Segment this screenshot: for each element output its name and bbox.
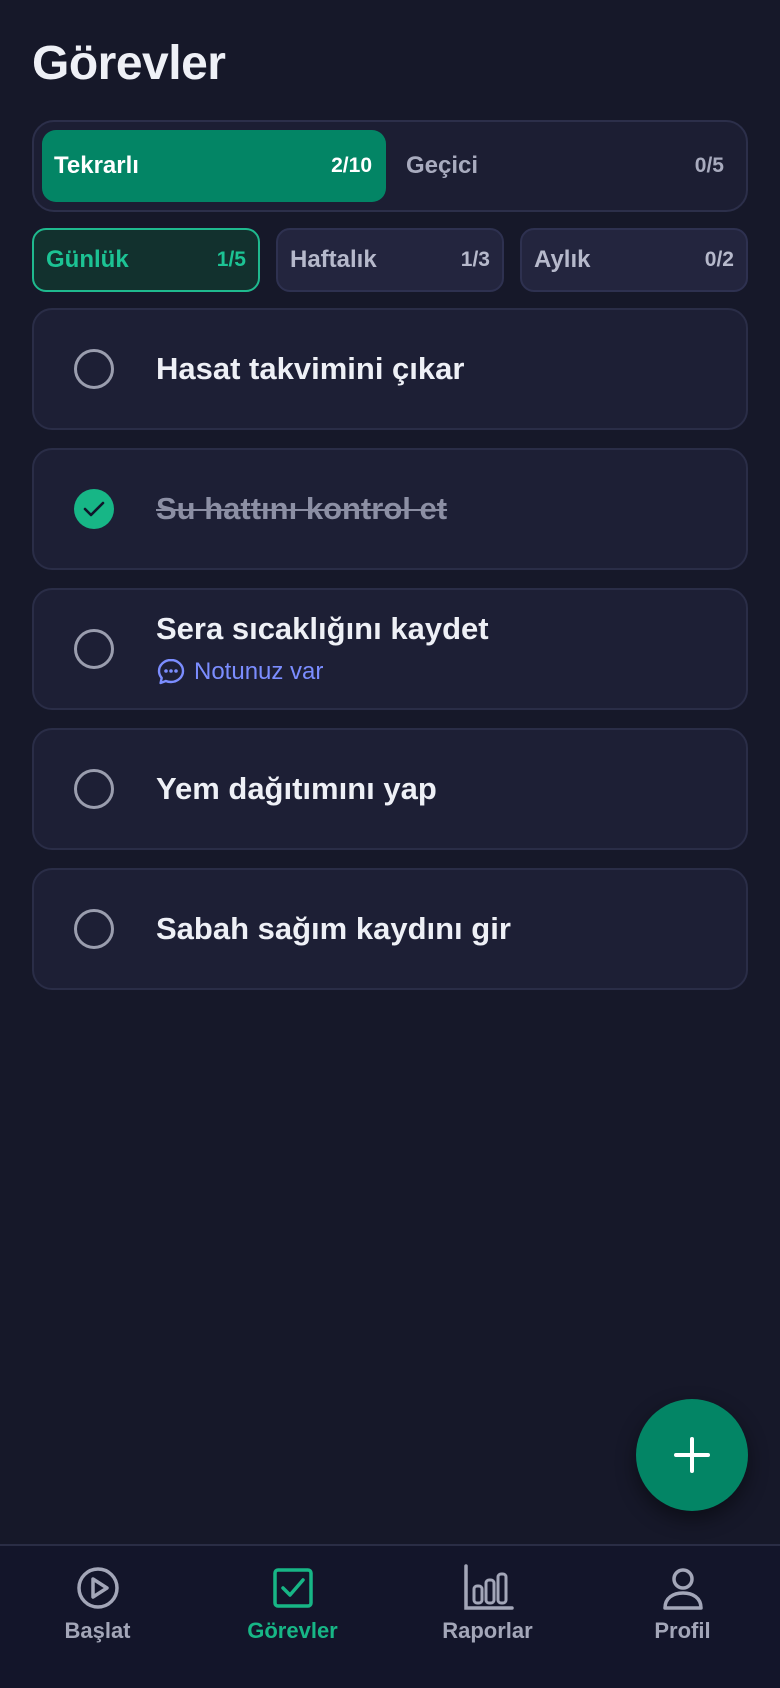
task-note-label: Notunuz var — [194, 658, 324, 685]
task-title: Su hattını kontrol et — [156, 491, 448, 526]
period-chip-aylik[interactable]: Aylık 0/2 — [520, 228, 748, 292]
nav-item-label: Görevler — [247, 1618, 338, 1643]
bar-chart-icon — [463, 1564, 514, 1610]
bottom-navigation: Başlat Görevler Raporlar Profil — [0, 1544, 780, 1688]
task-text: Sabah sağım kaydını gir — [156, 911, 726, 947]
nav-item-gorevler[interactable]: Görevler — [195, 1546, 390, 1688]
task-title: Hasat takvimini çıkar — [156, 351, 465, 386]
period-chip-label: Aylık — [534, 246, 591, 273]
task-card[interactable]: Hasat takvimini çıkar — [32, 308, 748, 430]
nav-item-label: Başlat — [64, 1618, 131, 1643]
checkbox-icon — [272, 1568, 313, 1608]
checkmark-icon — [83, 501, 105, 517]
nav-item-label: Profil — [654, 1618, 711, 1643]
period-chip-gunluk[interactable]: Günlük 1/5 — [32, 228, 260, 292]
user-icon — [662, 1568, 703, 1610]
task-note-link[interactable]: Notunuz var — [156, 657, 726, 687]
segment-tab-count: 0/5 — [694, 154, 724, 177]
period-chip-count: 1/5 — [216, 248, 246, 271]
period-chip-label: Haftalık — [290, 246, 377, 273]
task-text: Yem dağıtımını yap — [156, 771, 726, 807]
page-title: Görevler — [32, 37, 226, 90]
period-filter: Günlük 1/5 Haftalık 1/3 Aylık 0/2 — [32, 228, 748, 292]
segment-tab-gecici[interactable]: Geçici 0/5 — [394, 130, 738, 202]
period-chip-haftalik[interactable]: Haftalık 1/3 — [276, 228, 504, 292]
task-title: Yem dağıtımını yap — [156, 771, 437, 806]
task-text: Su hattını kontrol et — [156, 491, 726, 527]
task-card[interactable]: Sabah sağım kaydını gir — [32, 868, 748, 990]
task-text: Hasat takvimini çıkar — [156, 351, 726, 387]
period-chip-label: Günlük — [46, 246, 129, 273]
plus-icon — [674, 1437, 710, 1473]
chat-bubble-icon — [157, 658, 185, 685]
task-title: Sabah sağım kaydını gir — [156, 911, 511, 946]
segment-tab-count: 2/10 — [331, 154, 372, 177]
play-circle-icon — [76, 1567, 119, 1609]
task-title: Sera sıcaklığını kaydet — [156, 611, 489, 646]
task-card[interactable]: Yem dağıtımını yap — [32, 728, 748, 850]
task-checkbox[interactable] — [74, 769, 114, 809]
add-task-button[interactable] — [636, 1399, 748, 1511]
nav-item-baslat[interactable]: Başlat — [0, 1546, 195, 1688]
period-chip-count: 1/3 — [460, 248, 490, 271]
segment-tab-label: Tekrarlı — [54, 152, 139, 179]
segment-tab-tekrarli[interactable]: Tekrarlı 2/10 — [42, 130, 386, 202]
task-type-segmented-control: Tekrarlı 2/10 Geçici 0/5 — [32, 120, 748, 212]
task-card[interactable]: Sera sıcaklığını kaydet Notunuz var — [32, 588, 748, 710]
task-checkbox-checked[interactable] — [74, 489, 114, 529]
task-card[interactable]: Su hattını kontrol et — [32, 448, 748, 570]
nav-item-raporlar[interactable]: Raporlar — [390, 1546, 585, 1688]
task-checkbox[interactable] — [74, 629, 114, 669]
nav-item-profil[interactable]: Profil — [585, 1546, 780, 1688]
app-root: Görevler Tekrarlı 2/10 Geçici 0/5 Günlük… — [0, 0, 780, 1688]
task-checkbox[interactable] — [74, 349, 114, 389]
task-list: Hasat takvimini çıkar Su hattını kontrol… — [32, 308, 748, 990]
period-chip-count: 0/2 — [704, 248, 734, 271]
task-checkbox[interactable] — [74, 909, 114, 949]
nav-item-label: Raporlar — [442, 1618, 533, 1643]
task-text: Sera sıcaklığını kaydet Notunuz var — [156, 611, 726, 687]
segment-tab-label: Geçici — [406, 152, 479, 179]
